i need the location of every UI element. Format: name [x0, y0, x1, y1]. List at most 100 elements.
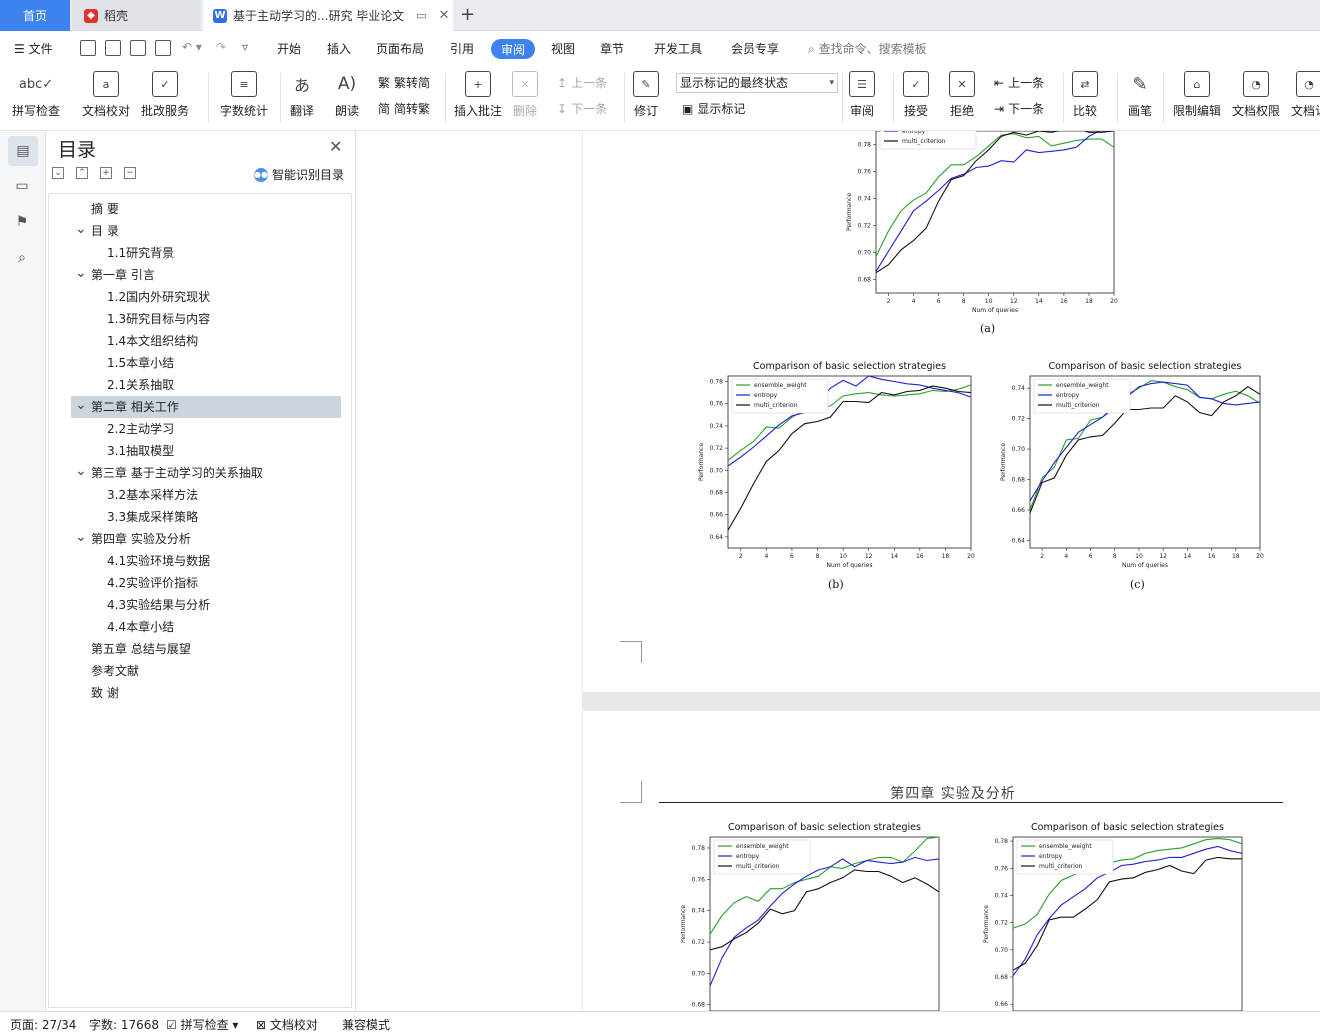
expand-all-icon[interactable]: ⌄ — [52, 167, 64, 179]
chevron-down-icon[interactable]: ⌄ — [75, 218, 87, 240]
spell-check-status[interactable]: ☑ 拼写检查 ▾ — [166, 1016, 238, 1033]
restrict-editing-button[interactable]: ⌂ 限制编辑 — [1173, 71, 1221, 119]
chevron-down-icon[interactable]: ⌄ — [75, 460, 87, 482]
chevron-down-icon[interactable]: ⌄ — [75, 526, 87, 548]
toc-item[interactable]: 1.2国内外研究现状 — [49, 286, 329, 308]
toc-item[interactable]: 1.4本文组织结构 — [49, 330, 329, 352]
chevron-down-icon[interactable]: ⌄ — [75, 394, 87, 416]
next-change-button[interactable]: ⇥ 下一条 — [994, 100, 1044, 117]
menu-section[interactable]: 章节 — [600, 40, 624, 57]
doc-permission-button[interactable]: ◔ 文档权限 — [1232, 71, 1280, 119]
toc-item[interactable]: 4.1实验环境与数据 — [49, 550, 329, 572]
tab-document[interactable]: W 基于主动学习的...研究 毕业论文 ▭ ✕ — [203, 0, 453, 31]
chapter-nav-icon[interactable]: ▭ — [12, 176, 32, 196]
toc-item[interactable]: 参考文献 — [49, 660, 329, 682]
command-search-placeholder: 查找命令、搜索模板 — [818, 42, 927, 56]
collapse-all-icon[interactable]: ⌃ — [76, 167, 88, 179]
proof-icon: ⊠ — [256, 1018, 267, 1032]
toc-item[interactable]: ⌄ 第四章 实验及分析 — [49, 528, 329, 550]
find-icon[interactable]: ⌕ — [12, 248, 32, 268]
toc-item[interactable]: 2.2主动学习 — [49, 418, 329, 440]
toc-item[interactable]: 2.1关系抽取 — [49, 374, 329, 396]
page-indicator[interactable]: 页面: 27/34 — [10, 1016, 76, 1033]
remove-heading-icon[interactable]: − — [124, 167, 136, 179]
prev-comment-button[interactable]: ↥ 上一条 — [557, 74, 607, 91]
doc-proof-button[interactable]: a 文档校对 — [82, 71, 130, 119]
tab-draw[interactable]: ◆ 稻壳 — [72, 0, 200, 31]
review-pane-button[interactable]: ☰ 审阅 — [849, 71, 875, 119]
toc-item[interactable]: 第五章 总结与展望 — [49, 638, 329, 660]
x-tick-label: 4 — [912, 298, 916, 305]
chevron-down-icon[interactable]: ⌄ — [75, 262, 87, 284]
close-tab-icon[interactable]: ✕ — [439, 8, 450, 23]
redo-icon[interactable]: ↷ — [216, 40, 226, 54]
accept-button[interactable]: ✓ 接受 — [903, 71, 929, 119]
review-service-button[interactable]: ✓ 批改服务 — [141, 71, 189, 119]
toc-item[interactable]: 4.2实验评价指标 — [49, 572, 329, 594]
command-search[interactable]: ⌕ 查找命令、搜索模板 — [808, 40, 927, 57]
toc-item[interactable]: 4.3实验结果与分析 — [49, 594, 329, 616]
toc-item[interactable]: ⌄ 第三章 基于主动学习的关系抽取 — [49, 462, 329, 484]
toc-item[interactable]: 摘 要 — [49, 198, 329, 220]
close-icon[interactable]: ✕ — [329, 137, 342, 156]
menu-page-layout[interactable]: 页面布局 — [376, 40, 424, 57]
add-heading-icon[interactable]: + — [100, 167, 112, 179]
menu-member[interactable]: 会员专享 — [731, 40, 779, 57]
document-page: 0.68 0.70 0.72 0.74 0.76 0.78 2 4 6 8 10 12 14 16 18 20… — [583, 131, 1320, 692]
print-icon[interactable] — [130, 40, 146, 56]
toc-item[interactable]: ⌄ 第二章 相关工作 — [71, 396, 341, 418]
reject-button[interactable]: ✕ 拒绝 — [949, 71, 975, 119]
insert-comment-button[interactable]: + 插入批注 — [454, 71, 502, 119]
trad-to-simp-button[interactable]: 繁繁转简 — [378, 74, 430, 91]
new-tab-icon[interactable]: + — [460, 4, 475, 25]
toc-item[interactable]: 4.4本章小结 — [49, 616, 329, 638]
toc-item[interactable]: 3.2基本采样方法 — [49, 484, 329, 506]
toc-item[interactable]: 3.3集成采样策略 — [49, 506, 329, 528]
word-count[interactable]: 字数: 17668 — [89, 1016, 159, 1033]
menu-insert[interactable]: 插入 — [327, 40, 351, 57]
show-markup-button[interactable]: ▣ 显示标记 — [682, 100, 745, 117]
bookmark-icon[interactable]: ⚑ — [12, 212, 32, 232]
doc-proof-label: 文档校对 — [82, 104, 131, 118]
toc-item[interactable]: ⌄ 第一章 引言 — [49, 264, 329, 286]
menu-view[interactable]: 视图 — [551, 40, 575, 57]
simp-to-trad-button[interactable]: 简简转繁 — [378, 100, 430, 117]
customize-quick-access-icon[interactable]: ▿ — [242, 40, 248, 54]
menu-start[interactable]: 开始 — [277, 40, 301, 57]
toc-item-label: 1.5本章小结 — [107, 356, 175, 370]
toc-item[interactable]: 1.5本章小结 — [49, 352, 329, 374]
menu-reference[interactable]: 引用 — [450, 40, 474, 57]
doc-cert-button[interactable]: ◔ 文档认 — [1291, 71, 1320, 119]
x-tick-label: 20 — [967, 553, 975, 560]
menu-developer[interactable]: 开发工具 — [654, 40, 702, 57]
file-menu[interactable]: ☰ 文件 — [14, 40, 53, 57]
pin-icon[interactable]: ▭ — [416, 9, 426, 22]
spell-check-button[interactable]: abc✓ 拼写检查 — [12, 71, 60, 119]
smart-toc-button[interactable]: ●● 智能识别目录 — [254, 166, 344, 183]
menu-review[interactable]: 审阅 — [491, 39, 535, 59]
save-icon[interactable] — [80, 40, 96, 56]
toc-panel-icon[interactable]: ▤ — [8, 136, 38, 166]
track-changes-button[interactable]: ✎ 修订 — [633, 71, 659, 119]
toc-item[interactable]: 1.3研究目标与内容 — [49, 308, 329, 330]
read-aloud-button[interactable]: A) 朗读 — [334, 71, 360, 119]
undo-icon[interactable]: ↶ ▾ — [182, 40, 202, 54]
delete-comment-button[interactable]: ✕ 删除 — [512, 71, 538, 119]
toc-item[interactable]: ⌄ 目 录 — [49, 220, 329, 242]
compare-button[interactable]: ⇄ 比较 — [1072, 71, 1098, 119]
ribbon-separator — [1117, 73, 1118, 123]
translate-button[interactable]: あ翻译 — [289, 71, 315, 119]
toc-item[interactable]: 3.1抽取模型 — [49, 440, 329, 462]
tab-home[interactable]: 首页 — [0, 0, 70, 31]
word-count-button[interactable]: ≡ 字数统计 — [220, 71, 268, 119]
markup-state-select[interactable]: 显示标记的最终状态 ▾ — [676, 73, 838, 93]
prev-change-button[interactable]: ⇤ 上一条 — [994, 74, 1044, 91]
export-pdf-icon[interactable] — [105, 40, 121, 56]
toc-item[interactable]: 1.1研究背景 — [49, 242, 329, 264]
next-comment-button[interactable]: ↧ 下一条 — [557, 100, 607, 117]
print-preview-icon[interactable] — [155, 40, 171, 56]
toc-item[interactable]: 致 谢 — [49, 682, 329, 704]
pen-button[interactable]: ✎ 画笔 — [1127, 71, 1153, 119]
y-tick-label: 0.68 — [692, 1002, 706, 1009]
proof-status[interactable]: ⊠ 文档校对 — [256, 1016, 318, 1033]
